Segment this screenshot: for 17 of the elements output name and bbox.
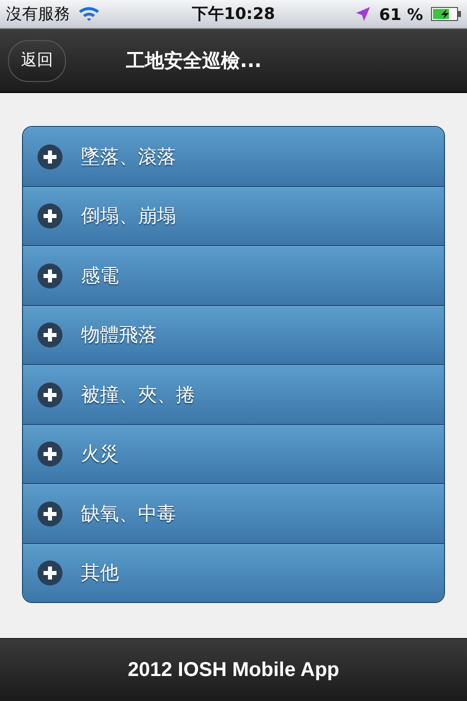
back-button[interactable]: 返回 <box>8 40 66 82</box>
clock-time: 下午10:28 <box>192 4 275 24</box>
category-item[interactable]: 其他 <box>23 544 444 602</box>
battery-percentage: 61 % <box>379 4 423 24</box>
category-item[interactable]: 墜落、滾落 <box>23 127 444 186</box>
category-item[interactable]: 物體飛落 <box>23 306 444 365</box>
category-item[interactable]: 倒塌、崩塌 <box>23 186 444 246</box>
page-title: 工地安全巡檢... <box>126 48 262 74</box>
wifi-icon <box>78 6 100 22</box>
category-item[interactable]: 火災 <box>23 424 444 484</box>
category-item[interactable]: 感電 <box>23 246 444 306</box>
location-arrow-icon <box>355 6 372 22</box>
footer-text: 2012 IOSH Mobile App <box>128 658 340 682</box>
category-item[interactable]: 缺氧、中毒 <box>23 484 444 544</box>
category-item[interactable]: 被撞、夾、捲 <box>23 365 444 424</box>
battery-icon <box>431 7 461 21</box>
carrier-label: 沒有服務 <box>6 4 70 24</box>
